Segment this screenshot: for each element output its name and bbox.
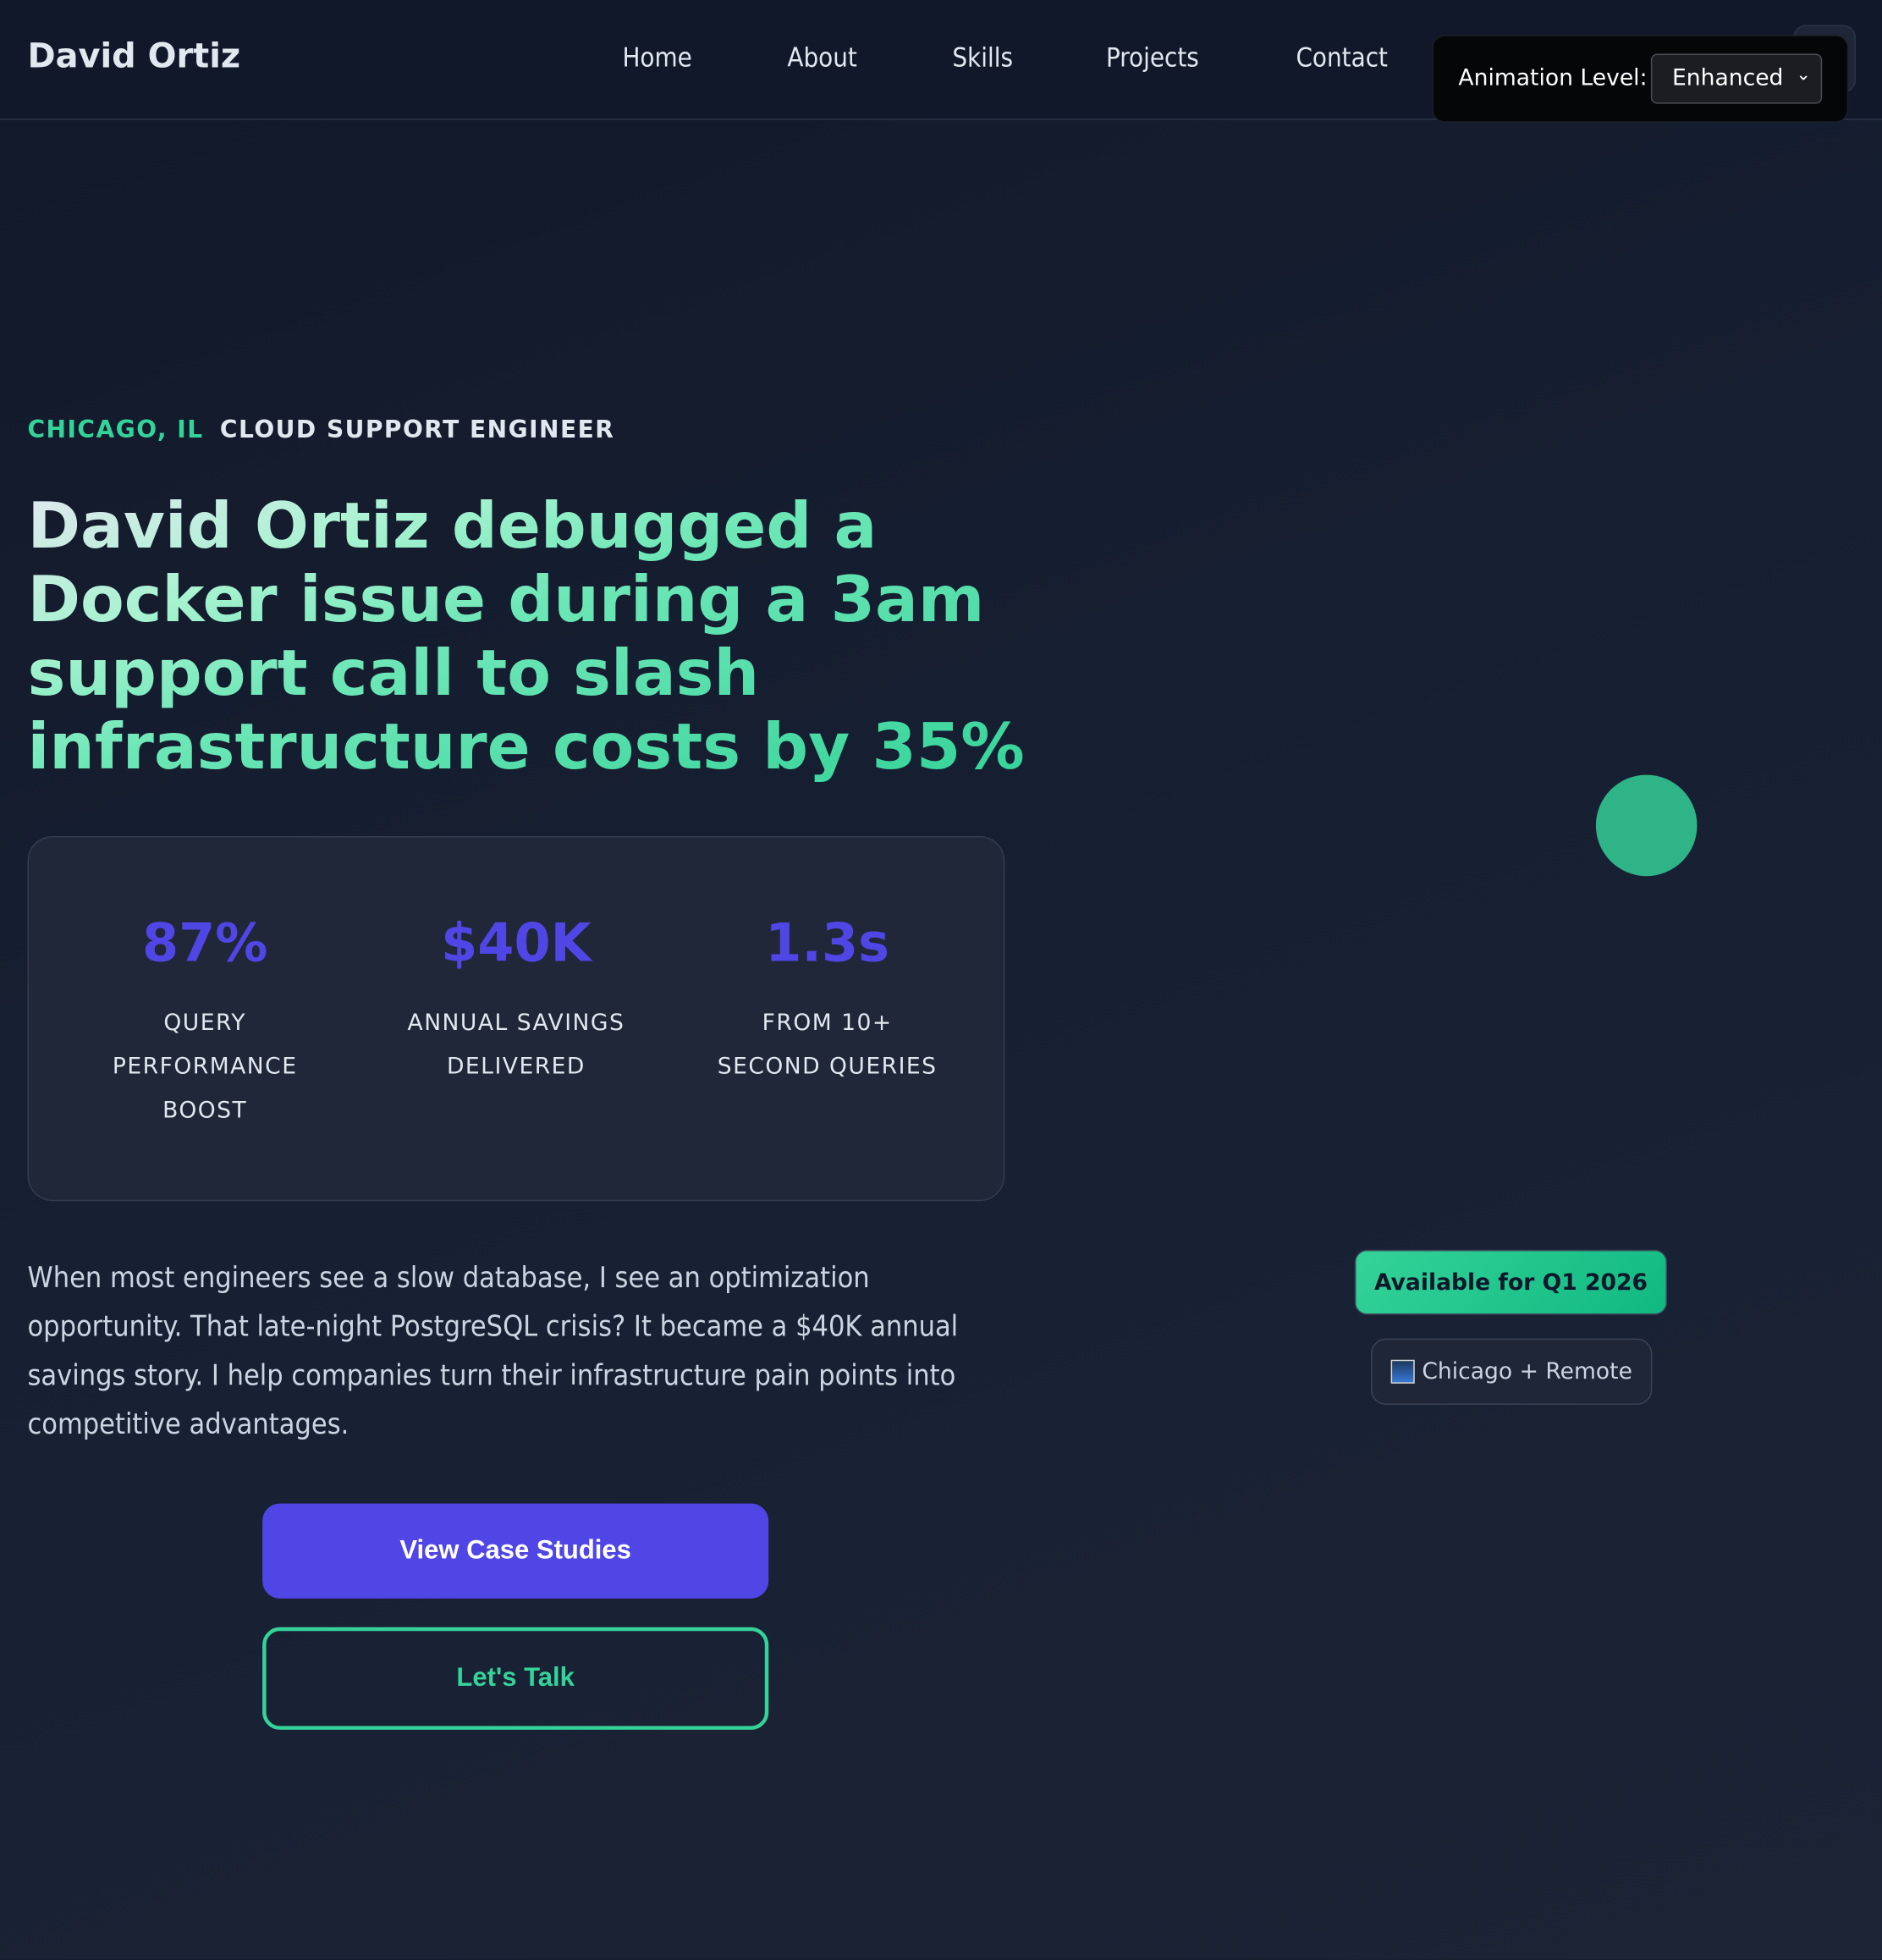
decorative-circle [1595, 774, 1698, 877]
stat-value: 1.3s [765, 912, 890, 974]
nav-home[interactable]: Home [622, 42, 691, 72]
stat-item: 1.3s FROM 10+ SECOND QUERIES [677, 912, 977, 1088]
page: David Ortiz Home About Skills Projects C… [0, 0, 1882, 1960]
view-case-studies-button[interactable]: View Case Studies [262, 1503, 769, 1599]
nav-contact[interactable]: Contact [1296, 42, 1388, 72]
stat-label: QUERY PERFORMANCE BOOST [112, 1010, 298, 1124]
stat-item: 87% QUERY PERFORMANCE BOOST [55, 912, 355, 1132]
stat-item: $40K ANNUAL SAVINGS DELIVERED [366, 912, 666, 1088]
intro-text: When most engineers see a slow database,… [27, 1262, 959, 1441]
availability-badge: Available for Q1 2026 [1354, 1249, 1668, 1315]
location-label: CHICAGO, IL [27, 416, 204, 444]
chevron-down-icon: ⌄ [1796, 64, 1811, 85]
stat-value: $40K [441, 912, 592, 974]
nav-about[interactable]: About [787, 42, 856, 72]
animation-level-label: Animation Level: [1458, 64, 1648, 91]
nav-skills[interactable]: Skills [952, 42, 1013, 72]
animation-level-value: Enhanced [1671, 64, 1784, 91]
lets-talk-button[interactable]: Let's Talk [262, 1627, 769, 1730]
location-badge-text: Chicago + Remote [1422, 1358, 1632, 1385]
animation-level-select[interactable]: Enhanced ⌄ [1650, 53, 1823, 104]
stats-card: 87% QUERY PERFORMANCE BOOST $40K ANNUAL SA… [27, 835, 1005, 1202]
nav-projects[interactable]: Projects [1106, 42, 1199, 72]
stat-value: 87% [141, 912, 268, 974]
stat-label: FROM 10+ SECOND QUERIES [717, 1010, 938, 1080]
animation-level-panel: Animation Level: Enhanced ⌄ [1432, 35, 1849, 123]
role-label: CLOUD SUPPORT ENGINEER [219, 416, 615, 444]
night-city-icon [1390, 1359, 1415, 1384]
headline: David Ortiz debugged a Docker issue duri… [27, 490, 1026, 785]
stat-label: ANNUAL SAVINGS DELIVERED [407, 1010, 625, 1080]
navbar: David Ortiz Home About Skills Projects C… [0, 0, 1882, 123]
logo[interactable]: David Ortiz [27, 37, 240, 76]
location-badge: Chicago + Remote [1371, 1338, 1653, 1405]
